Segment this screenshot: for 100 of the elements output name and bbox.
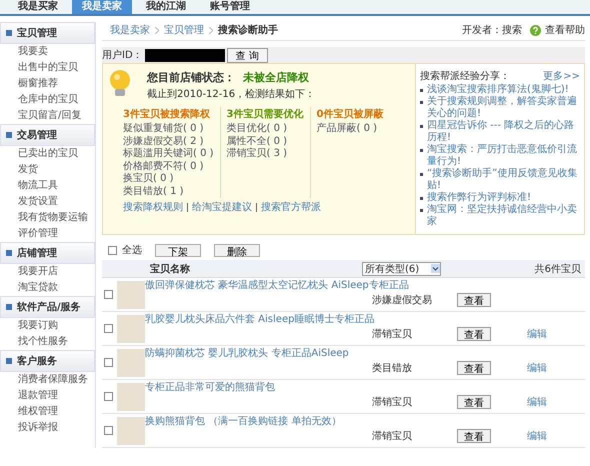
issue-link[interactable]: 价格邮费不符( 0 ) bbox=[123, 160, 214, 173]
product-title-link[interactable]: 专柜正品非常可爱的熊猫背包 bbox=[145, 382, 275, 393]
tip-link[interactable]: 淘宝搜索：严厉打击恶意低价引流量行为! bbox=[427, 144, 580, 168]
tip-link[interactable]: 淘宝网：坚定扶持诚信经营中小卖家 bbox=[427, 204, 580, 228]
issue-link[interactable]: 涉嫌虚假交易( 2 ) bbox=[123, 136, 214, 148]
sidebar-item[interactable]: 已卖出的宝贝 bbox=[0, 146, 95, 162]
sidebar-item[interactable]: 退款管理 bbox=[0, 388, 95, 404]
toolbar-button[interactable]: 删除 bbox=[214, 244, 260, 256]
issue-link[interactable]: 滞销宝贝( 3 ) bbox=[226, 148, 304, 160]
help-link[interactable]: 查看帮助 bbox=[545, 23, 585, 37]
view-button[interactable]: 查看 bbox=[457, 361, 491, 375]
toolbar-button[interactable]: 下架 bbox=[155, 244, 201, 256]
tip-link[interactable]: 搜索作弊行为评判标准! bbox=[427, 192, 532, 204]
checkbox[interactable] bbox=[104, 392, 113, 401]
breadcrumb-link[interactable]: 我是卖家 bbox=[110, 23, 150, 37]
photo-placeholder bbox=[117, 314, 145, 342]
issue-link[interactable]: 疑似重复铺货( 0 ) bbox=[123, 123, 214, 136]
sidebar-item[interactable]: 出售中的宝贝 bbox=[0, 60, 95, 76]
bullet-icon bbox=[420, 197, 423, 200]
sidebar-item[interactable]: 宝贝留言/回复 bbox=[0, 108, 95, 124]
sidebar-item[interactable]: 物流工具 bbox=[0, 178, 95, 194]
tip-link[interactable]: “搜索诊断助手”使用反馈意见收集贴! bbox=[427, 168, 580, 192]
sidebar-item[interactable]: 评价管理 bbox=[0, 226, 95, 242]
photo-placeholder bbox=[117, 416, 145, 444]
edit-link[interactable]: 编辑 bbox=[527, 431, 547, 442]
bullet-icon bbox=[420, 89, 423, 92]
sidebar-item[interactable]: 我要开店 bbox=[0, 264, 95, 280]
issue-link[interactable]: 产品屏蔽( 0 ) bbox=[316, 123, 384, 136]
view-button[interactable]: 查看 bbox=[457, 429, 491, 443]
checkbox[interactable] bbox=[104, 290, 113, 299]
group-title: 3件宝贝需要优化 bbox=[226, 107, 304, 121]
view-button[interactable]: 查看 bbox=[457, 293, 491, 307]
user-id-label: 用户ID： bbox=[102, 48, 143, 62]
nav-tab[interactable]: 我的江湖 bbox=[136, 0, 196, 14]
edit-link[interactable]: 编辑 bbox=[527, 363, 547, 374]
select-all-label: 全选 bbox=[122, 244, 142, 257]
table-cell-text: 类目错放 bbox=[371, 362, 413, 375]
bullet-icon bbox=[420, 149, 423, 152]
sidebar-item[interactable]: 发货设置 bbox=[0, 194, 95, 210]
type-filter-dropdown[interactable]: 所有类型(6) bbox=[362, 262, 441, 276]
lightbulb-icon bbox=[109, 70, 131, 98]
edit-link[interactable]: 编辑 bbox=[527, 329, 547, 340]
item-count: 共6件宝贝 bbox=[534, 262, 581, 276]
sidebar-item[interactable]: 投诉举报 bbox=[0, 420, 95, 436]
issue-link[interactable]: 类目错放( 1 ) bbox=[123, 186, 214, 198]
sidebar-section-header[interactable]: 客户服务 bbox=[0, 350, 95, 372]
sidebar-section-header[interactable]: 交易管理 bbox=[0, 124, 95, 146]
sidebar-section-header[interactable]: 宝贝管理 bbox=[0, 22, 95, 44]
product-title-link[interactable]: 防螨抑菌枕芯 婴儿乳胶枕头 专柜正品AiSleep bbox=[145, 348, 349, 359]
date-line: 截止到2010-12-16，检测结果如下： bbox=[147, 88, 316, 101]
query-button[interactable]: 查 询 bbox=[226, 48, 268, 62]
panel-link[interactable]: 给淘宝提建议 bbox=[192, 200, 252, 214]
chevron-icon bbox=[155, 26, 159, 34]
sidebar-item[interactable]: 我要订购 bbox=[0, 318, 95, 334]
nav-tab[interactable]: 账号管理 bbox=[200, 0, 260, 14]
chevron-icon bbox=[209, 26, 213, 34]
redacted-field[interactable] bbox=[144, 48, 225, 62]
checkbox[interactable] bbox=[104, 324, 113, 333]
sidebar-item[interactable]: 找个性服务 bbox=[0, 334, 95, 350]
dropdown-arrow-icon bbox=[431, 264, 440, 273]
sidebar-item[interactable]: 仓库中的宝贝 bbox=[0, 92, 95, 108]
sidebar-item[interactable]: 橱窗推荐 bbox=[0, 76, 95, 92]
bullet-icon bbox=[420, 125, 423, 128]
issue-link[interactable]: 属性不全( 0 ) bbox=[226, 136, 304, 148]
tip-link[interactable]: 四星冠告诉你 --- 降权之后的心路历程! bbox=[427, 120, 580, 144]
edit-link[interactable]: 编辑 bbox=[527, 397, 547, 408]
sidebar-item[interactable]: 维权管理 bbox=[0, 404, 95, 420]
breadcrumb-link[interactable]: 搜索诊断助手 bbox=[218, 23, 278, 37]
checkbox[interactable] bbox=[104, 426, 113, 435]
tip-link[interactable]: 浅谈淘宝搜索排序算法(鬼脚七)! bbox=[427, 84, 569, 96]
issue-link[interactable]: 标题滥用关键词( 0 ) bbox=[123, 148, 214, 160]
panel-link[interactable]: 搜索官方帮派 bbox=[261, 200, 321, 214]
column-header: 宝贝名称 bbox=[150, 262, 191, 276]
sidebar-section-header[interactable]: 软件产品/服务 bbox=[0, 296, 95, 318]
checkbox[interactable] bbox=[104, 358, 113, 367]
product-title-link[interactable]: 换购熊猫背包 （满一百换购链接 单拍无效） bbox=[145, 416, 342, 427]
view-button[interactable]: 查看 bbox=[457, 327, 491, 341]
product-title-link[interactable]: 乳胶婴儿枕头床品六件套 Aisleep睡眠博士专柜正品 bbox=[145, 314, 374, 325]
sidebar-item[interactable]: 淘宝贷款 bbox=[0, 280, 95, 296]
group-title: 0件宝贝被屏蔽 bbox=[316, 107, 384, 121]
breadcrumb-link[interactable]: 宝贝管理 bbox=[164, 23, 204, 37]
status-value: 未被全店降权 bbox=[243, 71, 309, 84]
sidebar-item[interactable]: 我有货物要运输 bbox=[0, 210, 95, 226]
issue-link[interactable]: 换宝贝( 0 ) bbox=[123, 173, 214, 186]
table-cell-text: 涉嫌虚假交易 bbox=[371, 294, 433, 307]
sidebar-item[interactable]: 消费者保障服务 bbox=[0, 372, 95, 388]
sidebar-section-header[interactable]: 店铺管理 bbox=[0, 242, 95, 264]
view-button[interactable]: 查看 bbox=[457, 395, 491, 409]
product-title-link[interactable]: 傲回弹保健枕芯 豪华温感型太空记忆枕头 AiSleep专柜正品 bbox=[145, 280, 409, 291]
issue-link[interactable]: 类目优化( 0 ) bbox=[226, 123, 304, 136]
photo-placeholder bbox=[117, 348, 145, 376]
tip-link[interactable]: 关于搜索规则调整，解答卖家普遍关心的问题! bbox=[427, 96, 580, 120]
panel-link[interactable]: 搜索降权规则 bbox=[123, 200, 183, 214]
more-link[interactable]: 更多>> bbox=[543, 70, 580, 83]
checkbox[interactable] bbox=[108, 246, 117, 254]
table-cell-text: 滞销宝贝 bbox=[371, 328, 413, 341]
bullet-icon bbox=[420, 209, 423, 212]
nav-tab[interactable]: 我是买家 bbox=[8, 0, 68, 14]
sidebar-item[interactable]: 发货 bbox=[0, 162, 95, 178]
sidebar-item[interactable]: 我要卖 bbox=[0, 44, 95, 60]
